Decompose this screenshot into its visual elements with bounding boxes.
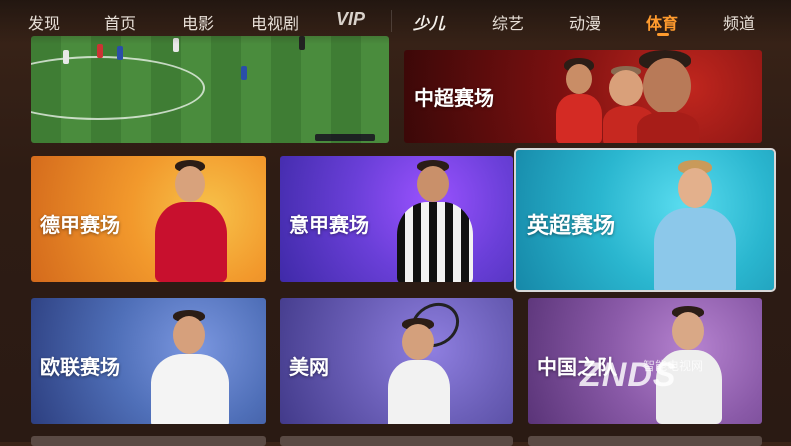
nav-item-anime[interactable]: 动漫 [569, 10, 601, 34]
tile-serie-a-label: 意甲赛场 [289, 213, 369, 237]
nav-item-variety[interactable]: 综艺 [492, 10, 524, 34]
nav-item-home[interactable]: 首页 [104, 10, 136, 34]
player [241, 66, 247, 80]
nav-item-kids[interactable]: 少儿 [413, 10, 445, 34]
tile-us-open[interactable]: 美网 [280, 298, 513, 424]
active-tab-indicator [657, 33, 669, 36]
tile-serie-a[interactable]: 意甲赛场 [280, 156, 513, 282]
tile-europa[interactable]: 欧联赛场 [31, 298, 266, 424]
nav-item-sports[interactable]: 体育 [646, 10, 678, 34]
tile-bundesliga-label: 德甲赛场 [40, 213, 120, 237]
nav-item-movies[interactable]: 电影 [182, 10, 214, 34]
tile-csl-label: 中超赛场 [414, 86, 494, 110]
player [97, 44, 103, 58]
nav-item-discover[interactable]: 发现 [28, 10, 60, 34]
nav-item-channels[interactable]: 频道 [723, 10, 755, 34]
tile-partial[interactable] [280, 436, 513, 446]
tile-europa-label: 欧联赛场 [40, 355, 120, 379]
player [117, 46, 123, 60]
tile-partial[interactable] [528, 436, 762, 446]
tile-csl[interactable]: 中超赛场 [404, 50, 762, 143]
live-video-tile[interactable] [31, 36, 389, 143]
tile-premier-league-label: 英超赛场 [527, 214, 616, 239]
scoreboard-overlay [315, 134, 375, 141]
nav-item-tv-series[interactable]: 电视剧 [251, 10, 299, 34]
znds-watermark-logo: ZNDS [580, 356, 677, 394]
tile-us-open-label: 美网 [289, 355, 329, 379]
top-nav: 发现 首页 电影 电视剧 VIP 少儿 综艺 动漫 体育 频道 [0, 0, 791, 44]
nav-item-vip[interactable]: VIP [336, 9, 365, 30]
nav-divider [391, 10, 392, 32]
player [63, 50, 69, 64]
tile-partial[interactable] [31, 436, 266, 446]
tile-premier-league[interactable]: 英超赛场 [514, 148, 776, 292]
field-center-circle [31, 56, 205, 120]
tile-bundesliga[interactable]: 德甲赛场 [31, 156, 266, 282]
